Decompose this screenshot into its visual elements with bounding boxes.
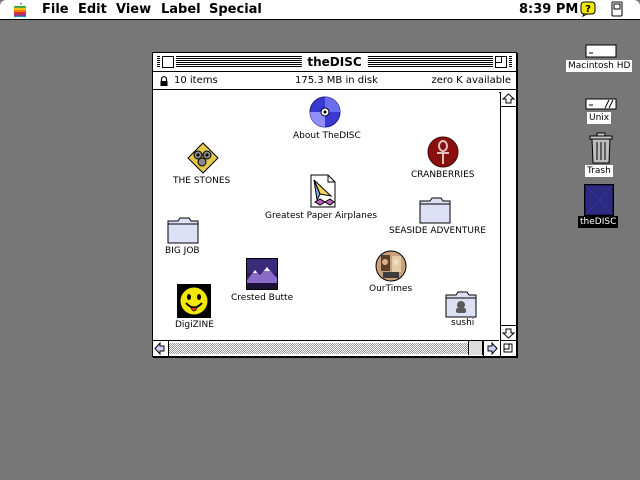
icon-label: OurTimes — [369, 284, 413, 294]
item-count: 10 items — [174, 75, 218, 86]
scroll-right-arrow-icon[interactable] — [483, 341, 499, 356]
icon-label: CRANBERRIES — [411, 170, 475, 180]
smiley-icon — [177, 284, 211, 318]
hard-disk-icon — [585, 98, 617, 110]
application-menu-icon[interactable] — [610, 1, 624, 17]
ankh-icon — [427, 136, 459, 168]
horizontal-scrollbar[interactable] — [153, 340, 499, 356]
file-cranberries[interactable]: CRANBERRIES — [411, 136, 481, 184]
scroll-down-arrow-icon[interactable] — [501, 325, 516, 340]
lock-icon — [160, 76, 168, 86]
window-info-bar: 10 items 175.3 MB in disk zero K availab… — [153, 72, 516, 93]
menu-file[interactable]: File — [42, 2, 69, 17]
icon-label: THE STONES — [173, 176, 231, 186]
icon-label: Crested Butte — [231, 293, 294, 303]
mountain-picture-icon — [246, 258, 278, 290]
menu-view[interactable]: View — [116, 2, 151, 17]
disk-usage: 175.3 MB in disk — [295, 75, 378, 86]
cd-disc-icon — [309, 96, 341, 128]
icon-label: sushi — [451, 318, 475, 328]
space-available: zero K available — [431, 75, 511, 86]
faces-icon — [375, 250, 407, 282]
icon-label: About TheDISC — [293, 131, 361, 141]
file-greatest-paper-airplanes[interactable]: Greatest Paper Airplanes — [263, 174, 383, 222]
folder-big-job[interactable]: BIG JOB — [163, 216, 213, 262]
icon-label: DigiZINE — [175, 320, 214, 330]
desktop-icon-label: Macintosh HD — [566, 60, 633, 72]
apple-menu-icon[interactable] — [12, 2, 28, 18]
folder-sushi[interactable]: sushi — [439, 290, 487, 336]
icon-label: BIG JOB — [165, 246, 200, 256]
folder-icon — [419, 197, 451, 224]
folder-icon — [167, 217, 199, 244]
resize-grow-box[interactable] — [500, 340, 516, 356]
cd-volume-icon — [584, 184, 614, 216]
scroll-thumb[interactable] — [468, 341, 483, 355]
vertical-scrollbar[interactable] — [500, 92, 516, 340]
scroll-left-arrow-icon[interactable] — [153, 341, 169, 356]
svg-text:?: ? — [585, 4, 591, 15]
paper-airplane-doc-icon — [310, 174, 336, 208]
file-digizine[interactable]: DigiZINE — [173, 284, 223, 334]
desktop-trash[interactable]: Trash — [584, 132, 618, 178]
window-title: theDISC — [301, 54, 368, 70]
scroll-up-arrow-icon[interactable] — [501, 92, 516, 107]
file-about-thedisc[interactable]: About TheDISC — [293, 96, 361, 146]
desktop-thedisc[interactable]: theDISC — [578, 184, 624, 230]
finder-window: theDISC 10 items 175.3 MB in disk zero K… — [152, 52, 517, 357]
window-title-bar[interactable]: theDISC — [153, 53, 516, 72]
folder-icon — [445, 291, 477, 318]
icon-label: SEASIDE ADVENTURE — [389, 226, 486, 236]
desktop-icon-label: Unix — [587, 112, 612, 124]
folder-seaside-adventure[interactable]: SEASIDE ADVENTURE — [387, 196, 487, 242]
close-box[interactable] — [162, 56, 174, 68]
scroll-track[interactable] — [169, 343, 469, 354]
menu-bar: File Edit View Label Special 8:39 PM ? — [0, 0, 640, 20]
zoom-box[interactable] — [495, 56, 507, 68]
menu-special[interactable]: Special — [209, 2, 262, 17]
desktop-macintosh-hd[interactable]: Macintosh HD — [566, 44, 636, 74]
stones-app-icon — [187, 142, 219, 174]
trash-icon — [589, 132, 613, 164]
desktop-unix[interactable]: Unix — [584, 98, 618, 126]
balloon-help-icon[interactable]: ? — [580, 1, 596, 17]
desktop-icon-label: theDISC — [578, 216, 619, 228]
menu-label[interactable]: Label — [161, 2, 201, 17]
file-ourtimes[interactable]: OurTimes — [365, 250, 415, 298]
hard-disk-icon — [585, 44, 617, 58]
icon-label: Greatest Paper Airplanes — [265, 211, 378, 221]
file-the-stones[interactable]: THE STONES — [171, 142, 235, 190]
desktop-icon-label: Trash — [585, 165, 613, 177]
window-content: About TheDISC THE STONES CRANBERRIES Gre… — [153, 92, 499, 340]
menu-clock[interactable]: 8:39 PM — [519, 2, 578, 17]
file-crested-butte[interactable]: Crested Butte — [229, 258, 301, 306]
menu-edit[interactable]: Edit — [78, 2, 107, 17]
